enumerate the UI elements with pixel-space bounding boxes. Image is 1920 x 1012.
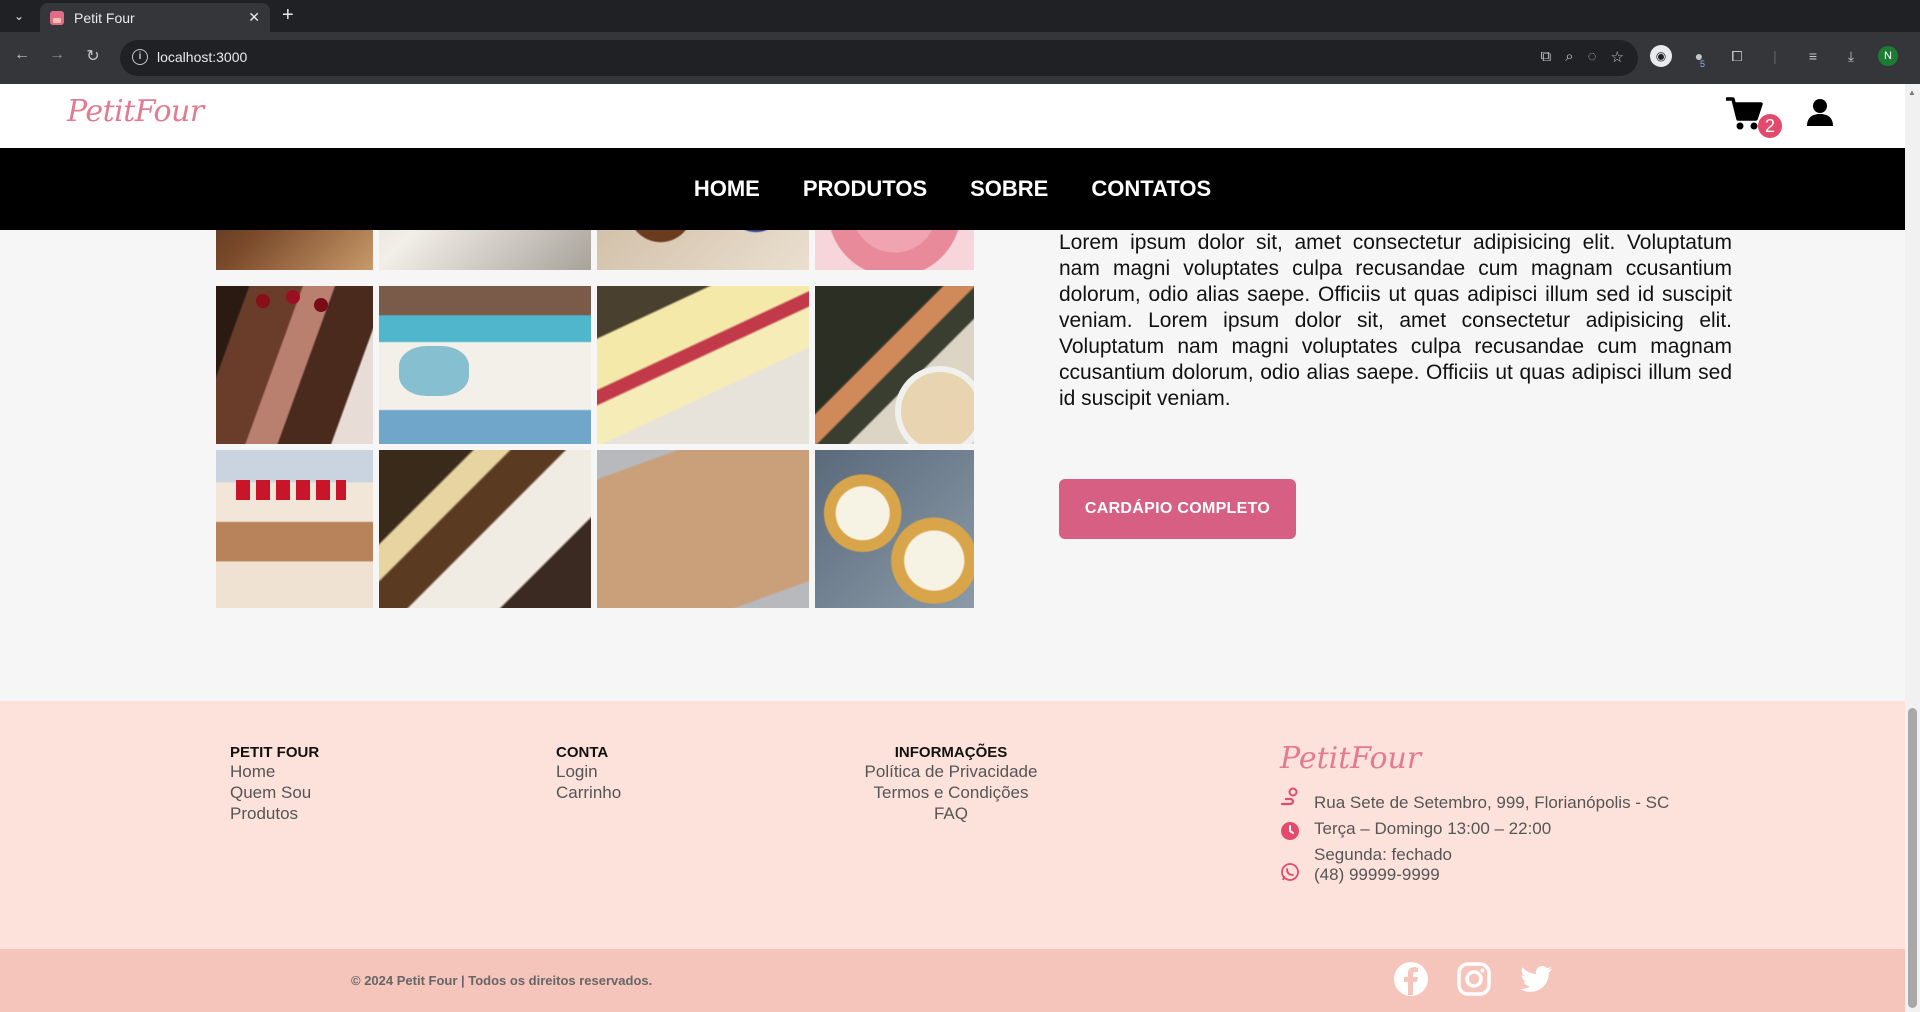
media-icon[interactable]: ≡ <box>1802 45 1824 67</box>
tab-search-icon[interactable]: ⌄ <box>8 5 30 27</box>
copyright-text: © 2024 Petit Four | Todos os direitos re… <box>351 973 653 988</box>
footer-title-conta: CONTA <box>556 744 609 761</box>
photo-pink-cake <box>815 230 974 270</box>
site-info-icon[interactable]: i <box>132 49 148 65</box>
photo-cake-slice <box>597 286 809 444</box>
logo[interactable]: PetitFour <box>67 94 204 129</box>
photo-savory-snacks <box>815 286 974 444</box>
footer-link-carrinho[interactable]: Carrinho <box>556 782 621 803</box>
site-footer: PETIT FOUR Home Quem Sou Produtos CONTA … <box>0 701 1905 949</box>
footer-link-privacidade[interactable]: Política de Privacidade <box>821 761 1081 782</box>
footer-link-faq[interactable]: FAQ <box>821 803 1081 824</box>
puzzle-icon[interactable]: ⧠ <box>1726 45 1748 67</box>
cupcake-icon <box>50 10 64 25</box>
separator: | <box>1773 48 1777 64</box>
photo-blue-cake <box>379 286 591 444</box>
footer-logo: PetitFour <box>1280 741 1422 776</box>
photo-strawberry-cake <box>216 450 373 608</box>
new-tab-icon[interactable]: + <box>282 5 294 25</box>
browser-chrome: ⌄ Petit Four ✕ + ← → ↻ i localhost:3000 … <box>0 0 1920 84</box>
eye-off-icon[interactable]: ◌ <box>1588 48 1597 66</box>
omnibox-actions: ⧉ ⌕ ◌ ☆ <box>1541 48 1625 66</box>
facebook-icon[interactable] <box>1393 961 1429 997</box>
photo-lemon-tartlets <box>815 450 974 608</box>
photo-crumble <box>597 450 809 608</box>
extension-badge: 5 <box>1700 59 1706 69</box>
footer-link-quem-sou[interactable]: Quem Sou <box>230 782 311 803</box>
download-icon[interactable]: ⤓ <box>1840 45 1862 67</box>
footer-link-home[interactable]: Home <box>230 761 275 782</box>
nav-produtos[interactable]: PRODUTOS <box>803 176 927 202</box>
photo-bonbons <box>597 230 809 270</box>
footer-link-login[interactable]: Login <box>556 761 598 782</box>
full-menu-button[interactable]: CARDÁPIO COMPLETO <box>1059 479 1296 539</box>
extension-badge-icon[interactable]: ● 5 <box>1688 45 1710 69</box>
clock-icon <box>1281 822 1299 840</box>
site-header: PetitFour 2 <box>0 84 1905 148</box>
photo-chocolate-desserts <box>379 450 591 608</box>
page-scrollbar[interactable]: ▲ <box>1905 84 1920 1012</box>
user-icon[interactable] <box>1805 97 1835 127</box>
browser-toolbar: ← → ↻ i localhost:3000 ⧉ ⌕ ◌ ☆ ◉ ● 5 ⧠ | … <box>0 32 1920 84</box>
footer-hours-line1: Terça – Domingo 13:00 – 22:00 <box>1314 819 1552 838</box>
nav-sobre[interactable]: SOBRE <box>970 176 1048 202</box>
about-description: Lorem ipsum dolor sit, amet consectetur … <box>1059 231 1732 410</box>
zoom-icon[interactable]: ⌕ <box>1565 48 1573 66</box>
page-viewport: PetitFour 2 HOME PRODUTOS SOBRE CONTATOS <box>0 84 1920 1012</box>
dessert-photo-collage <box>216 230 974 608</box>
location-icon <box>1280 787 1298 806</box>
photo-sweets-tray <box>379 230 591 270</box>
back-icon[interactable]: ← <box>10 46 34 64</box>
footer-title-petit-four: PETIT FOUR <box>230 744 320 761</box>
url-text[interactable]: localhost:3000 <box>157 49 247 65</box>
more-icon[interactable]: ⋮ <box>1914 45 1920 67</box>
scroll-up-icon[interactable]: ▲ <box>1908 88 1916 97</box>
main-nav: HOME PRODUTOS SOBRE CONTATOS <box>0 148 1905 230</box>
scrollbar-thumb[interactable] <box>1908 708 1917 1008</box>
whatsapp-icon <box>1281 863 1299 881</box>
footer-bottom-bar: © 2024 Petit Four | Todos os direitos re… <box>0 949 1905 1012</box>
footer-link-termos[interactable]: Termos e Condições <box>821 782 1081 803</box>
footer-address: Rua Sete de Setembro, 999, Florianópolis… <box>1314 793 1670 812</box>
footer-phone: (48) 99999-9999 <box>1314 865 1440 884</box>
footer-link-produtos[interactable]: Produtos <box>230 803 298 824</box>
forward-icon[interactable]: → <box>45 46 69 64</box>
nav-contatos[interactable]: CONTATOS <box>1091 176 1211 202</box>
photo-chocolates <box>216 230 373 270</box>
extensions-area: ◉ ●5 ⧠ | ≡ ⤓ N ⋮ <box>1650 45 1920 69</box>
tab-title: Petit Four <box>74 9 135 26</box>
extension-icon[interactable]: ◉ <box>1650 45 1672 67</box>
reload-icon[interactable]: ↻ <box>81 46 105 66</box>
photo-chocolate-cake <box>216 286 373 444</box>
browser-tab[interactable]: Petit Four ✕ <box>40 3 270 32</box>
profile-avatar[interactable]: N <box>1878 46 1898 66</box>
instagram-icon[interactable] <box>1456 961 1492 997</box>
nav-home[interactable]: HOME <box>694 176 760 202</box>
open-in-app-icon[interactable]: ⧉ <box>1541 48 1552 66</box>
cart-count-badge: 2 <box>1758 114 1782 138</box>
close-icon[interactable]: ✕ <box>248 9 260 26</box>
twitter-icon[interactable] <box>1518 961 1554 997</box>
tab-strip: ⌄ Petit Four ✕ + <box>0 0 1920 32</box>
star-icon[interactable]: ☆ <box>1611 48 1624 66</box>
address-bar[interactable]: i localhost:3000 ⧉ ⌕ ◌ ☆ <box>120 40 1638 76</box>
footer-title-informacoes: INFORMAÇÕES <box>894 744 1008 761</box>
